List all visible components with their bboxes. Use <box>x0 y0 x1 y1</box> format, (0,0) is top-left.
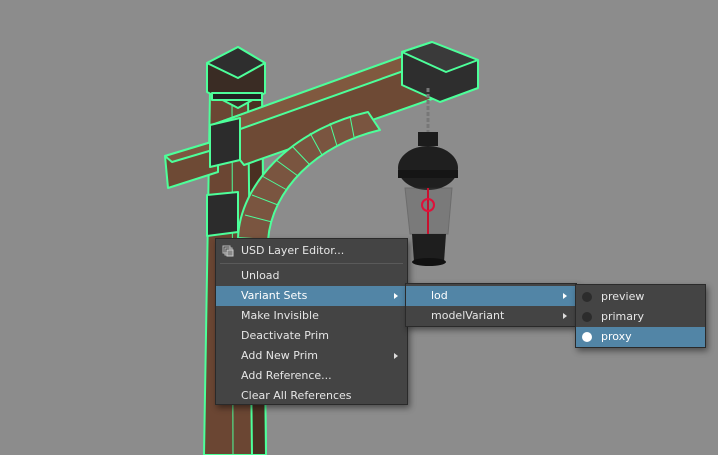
submenu-arrow-icon <box>394 293 398 299</box>
menu-separator <box>220 263 403 264</box>
submenu-arrow-icon <box>563 293 567 299</box>
menu-item-variant-sets[interactable]: Variant Sets <box>216 286 407 306</box>
menu-item-usd-layer-editor[interactable]: USD Layer Editor... <box>216 241 407 261</box>
menu-item-label: proxy <box>601 330 632 343</box>
menu-item-make-invisible[interactable]: Make Invisible <box>216 306 407 326</box>
menu-item-primary[interactable]: primary <box>576 307 705 327</box>
menu-item-add-new-prim[interactable]: Add New Prim <box>216 346 407 366</box>
menu-item-label: Deactivate Prim <box>241 329 329 342</box>
radio-unselected-icon <box>582 292 592 302</box>
menu-item-label: USD Layer Editor... <box>241 244 345 257</box>
variant-sets-submenu: lod modelVariant <box>405 283 577 327</box>
menu-item-label: modelVariant <box>431 309 505 322</box>
menu-item-label: Add New Prim <box>241 349 319 362</box>
menu-item-label: Make Invisible <box>241 309 319 322</box>
menu-item-lod[interactable]: lod <box>406 286 576 306</box>
menu-item-label: Variant Sets <box>241 289 308 302</box>
menu-item-clear-all-references[interactable]: Clear All References <box>216 386 407 406</box>
menu-item-unload[interactable]: Unload <box>216 266 407 286</box>
submenu-arrow-icon <box>394 353 398 359</box>
lod-submenu: preview primary proxy <box>575 284 706 348</box>
menu-item-deactivate-prim[interactable]: Deactivate Prim <box>216 326 407 346</box>
menu-item-model-variant[interactable]: modelVariant <box>406 306 576 326</box>
menu-item-label: lod <box>431 289 448 302</box>
usd-layer-icon <box>222 245 234 257</box>
menu-item-label: Unload <box>241 269 280 282</box>
menu-item-preview[interactable]: preview <box>576 287 705 307</box>
menu-item-label: primary <box>601 310 645 323</box>
submenu-arrow-icon <box>563 313 567 319</box>
menu-item-add-reference[interactable]: Add Reference... <box>216 366 407 386</box>
menu-item-label: Clear All References <box>241 389 352 402</box>
radio-unselected-icon <box>582 312 592 322</box>
radio-selected-icon <box>582 332 592 342</box>
menu-item-proxy[interactable]: proxy <box>576 327 705 347</box>
menu-item-label: preview <box>601 290 645 303</box>
menu-item-label: Add Reference... <box>241 369 332 382</box>
usd-context-menu: USD Layer Editor... Unload Variant Sets … <box>215 238 408 405</box>
